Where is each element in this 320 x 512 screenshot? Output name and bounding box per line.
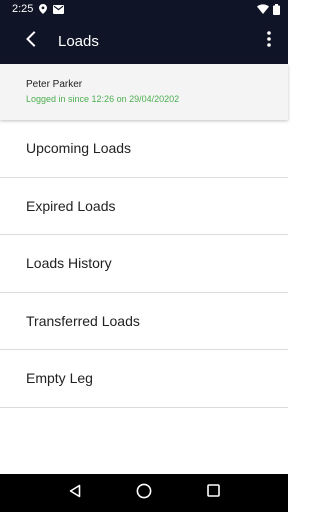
back-triangle-icon: [69, 484, 81, 503]
status-bar: 2:25: [0, 0, 288, 18]
home-circle-icon: [136, 483, 152, 504]
back-button[interactable]: [0, 18, 58, 64]
user-info-card: Peter Parker Logged in since 12:26 on 29…: [0, 64, 288, 120]
nav-back-button[interactable]: [55, 474, 95, 512]
recents-square-icon: [207, 484, 220, 502]
nav-recents-button[interactable]: [193, 474, 233, 512]
status-time: 2:25: [12, 3, 34, 15]
location-icon: [39, 4, 48, 14]
page-title: Loads: [58, 32, 99, 50]
menu-item-transferred-loads[interactable]: Transferred Loads: [0, 293, 288, 350]
user-name: Peter Parker: [26, 79, 83, 90]
more-vert-icon: [267, 30, 271, 52]
menu-item-expired-loads[interactable]: Expired Loads: [0, 178, 288, 235]
menu-item-empty-leg[interactable]: Empty Leg: [0, 350, 288, 408]
app-bar: Loads: [0, 18, 288, 64]
mail-icon: [53, 4, 65, 14]
login-status: Logged in since 12:26 on 29/04/20202: [26, 94, 180, 104]
wifi-icon: [257, 4, 269, 14]
system-nav-bar: [0, 474, 288, 512]
status-left: 2:25: [12, 3, 65, 15]
nav-home-button[interactable]: [124, 474, 164, 512]
menu-item-upcoming-loads[interactable]: Upcoming Loads: [0, 120, 288, 178]
battery-icon: [273, 3, 280, 15]
arrow-back-icon: [25, 30, 37, 52]
menu-item-loads-history[interactable]: Loads History: [0, 235, 288, 293]
overflow-menu-button[interactable]: [250, 18, 288, 64]
loads-menu-list: Upcoming Loads Expired Loads Loads Histo…: [0, 120, 288, 408]
status-right: [257, 3, 280, 15]
